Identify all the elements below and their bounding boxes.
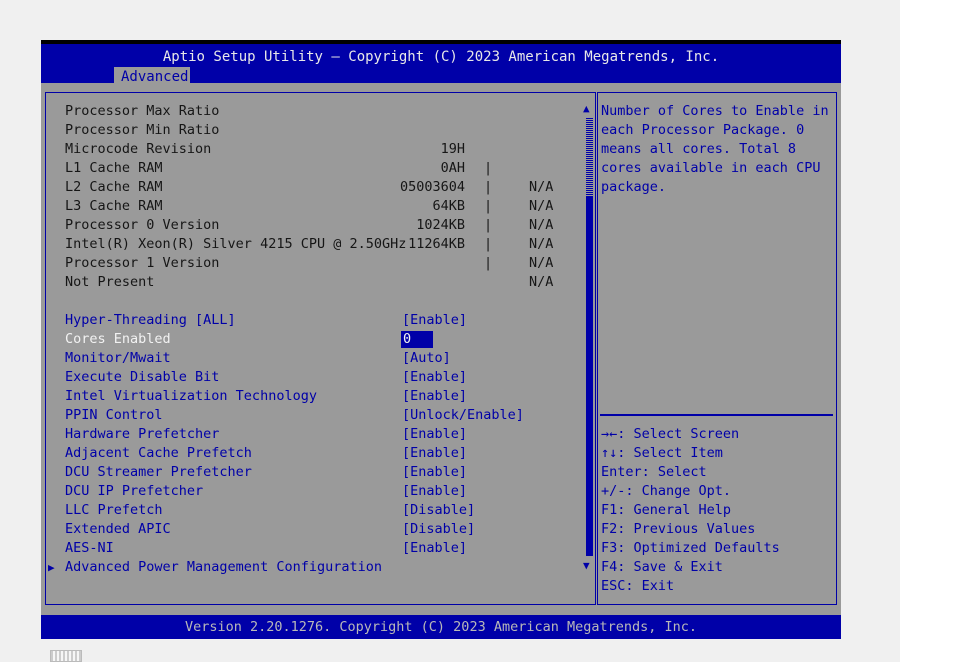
info-label: L2 Cache RAM — [65, 179, 163, 195]
option-dcu-ip-prefetcher[interactable]: DCU IP Prefetcher [Enable] — [65, 482, 467, 501]
keyboard-icon[interactable] — [50, 650, 82, 662]
option-label: Extended APIC — [65, 521, 171, 537]
option-hardware-prefetcher[interactable]: Hardware Prefetcher [Enable] — [65, 425, 467, 444]
option-label: Adjacent Cache Prefetch — [65, 445, 252, 461]
info-row: L3 Cache RAM 11264KB | N/A — [65, 197, 553, 290]
key-hint-enter: Enter: Select — [601, 464, 707, 480]
info-row: Processor Min Ratio 0AH | N/A — [65, 121, 553, 214]
info-separator: | — [484, 179, 493, 195]
info-label: Microcode Revision — [65, 141, 212, 157]
info-value: 0AH — [440, 160, 465, 176]
option-value[interactable]: [Enable] — [402, 539, 467, 558]
key-hint-save-exit: F4: Save & Exit — [601, 559, 723, 575]
option-intel-virtualization[interactable]: Intel Virtualization Technology [Enable] — [65, 387, 467, 406]
option-label: Hardware Prefetcher — [65, 426, 220, 442]
key-hint-select-screen: →←: Select Screen — [601, 426, 740, 442]
info-label: L3 Cache RAM — [65, 198, 163, 214]
info-value: 1024KB — [416, 217, 465, 233]
option-value[interactable]: [Disable] — [402, 520, 475, 539]
option-monitor-mwait[interactable]: Monitor/Mwait [Auto] — [65, 349, 451, 368]
option-execute-disable-bit[interactable]: Execute Disable Bit [Enable] — [65, 368, 467, 387]
info-na: N/A — [529, 274, 554, 290]
option-aes-ni[interactable]: AES-NI [Enable] — [65, 539, 467, 558]
option-label: Cores Enabled — [65, 331, 171, 347]
option-hyper-threading[interactable]: Hyper-Threading [ALL] [Enable] — [65, 311, 467, 330]
key-hint-optimized-defaults: F3: Optimized Defaults — [601, 540, 780, 556]
info-separator: | — [484, 255, 493, 271]
option-value[interactable]: [Enable] — [402, 387, 467, 406]
info-label: Processor Min Ratio — [65, 122, 220, 138]
option-value[interactable]: [Enable] — [402, 425, 467, 444]
submenu-arrow-icon: ▶ — [48, 561, 55, 574]
option-label: Monitor/Mwait — [65, 350, 171, 366]
help-divider — [600, 414, 833, 416]
info-separator: | — [484, 236, 493, 252]
info-value: 05003604 — [399, 179, 465, 195]
option-label: PPIN Control — [65, 407, 163, 423]
info-na: N/A — [529, 217, 554, 233]
option-extended-apic[interactable]: Extended APIC [Disable] — [65, 520, 475, 539]
setup-title: Aptio Setup Utility – Copyright (C) 2023… — [162, 49, 720, 65]
option-label: DCU Streamer Prefetcher — [65, 464, 252, 480]
window-right-strip — [900, 0, 958, 662]
option-label: AES-NI — [65, 540, 114, 556]
info-value: 19H — [440, 141, 465, 157]
option-value[interactable]: [Enable] — [402, 444, 467, 463]
info-row: Microcode Revision 05003604 | N/A — [65, 140, 553, 233]
submenu-advanced-power-management[interactable]: ▶ Advanced Power Management Configuratio… — [48, 558, 382, 577]
option-label: Hyper-Threading [ALL] — [65, 312, 236, 328]
option-value[interactable]: [Disable] — [402, 501, 475, 520]
info-na: N/A — [529, 198, 554, 214]
scrollbar-thumb[interactable] — [586, 118, 593, 196]
scroll-up-arrow-icon[interactable]: ▲ — [583, 103, 590, 115]
info-separator: | — [484, 160, 493, 176]
option-value[interactable]: [Auto] — [402, 349, 451, 368]
key-hint-general-help: F1: General Help — [601, 502, 732, 518]
info-row: L1 Cache RAM 64KB | N/A — [65, 159, 553, 252]
info-separator: | — [484, 217, 493, 233]
option-label: Execute Disable Bit — [65, 369, 220, 385]
option-value-selected[interactable]: 0 — [401, 331, 433, 348]
option-dcu-streamer-prefetcher[interactable]: DCU Streamer Prefetcher [Enable] — [65, 463, 467, 482]
option-value[interactable]: [Enable] — [402, 368, 467, 387]
key-hint-select-item: ↑↓: Select Item — [601, 445, 723, 461]
submenu-label: Advanced Power Management Configuration — [65, 559, 382, 575]
option-value[interactable]: [Unlock/Enable] — [402, 406, 524, 425]
tab-advanced[interactable]: Advanced — [114, 67, 190, 87]
info-label: L1 Cache RAM — [65, 160, 163, 176]
info-separator: | — [484, 198, 493, 214]
option-label: LLC Prefetch — [65, 502, 163, 518]
info-na: N/A — [529, 236, 554, 252]
title-bar: Aptio Setup Utility – Copyright (C) 2023… — [41, 40, 841, 87]
info-row: Processor Max Ratio 19H | N/A — [65, 102, 553, 195]
info-na: N/A — [529, 179, 554, 195]
info-label: Processor Max Ratio — [65, 103, 220, 119]
option-label: DCU IP Prefetcher — [65, 483, 204, 499]
scroll-down-arrow-icon[interactable]: ▼ — [583, 560, 590, 572]
key-hint-change-opt: +/-: Change Opt. — [601, 483, 732, 499]
key-hint-exit: ESC: Exit — [601, 578, 675, 594]
option-llc-prefetch[interactable]: LLC Prefetch [Disable] — [65, 501, 475, 520]
info-na: N/A — [529, 255, 554, 271]
option-ppin-control[interactable]: PPIN Control [Unlock/Enable] — [65, 406, 524, 425]
help-description: Number of Cores to Enable in each Proces… — [601, 103, 829, 195]
footer-version: Version 2.20.1276. Copyright (C) 2023 Am… — [41, 615, 841, 639]
option-label: Intel Virtualization Technology — [65, 388, 317, 404]
option-value[interactable]: [Enable] — [402, 463, 467, 482]
option-adjacent-cache-prefetch[interactable]: Adjacent Cache Prefetch [Enable] — [65, 444, 467, 463]
key-hint-previous-values: F2: Previous Values — [601, 521, 756, 537]
option-value[interactable]: [Enable] — [402, 482, 467, 501]
info-value: 64KB — [432, 198, 465, 214]
info-row: L2 Cache RAM 1024KB | N/A — [65, 178, 553, 271]
option-cores-enabled[interactable]: Cores Enabled 0 — [65, 330, 433, 349]
option-value[interactable]: [Enable] — [402, 311, 467, 330]
